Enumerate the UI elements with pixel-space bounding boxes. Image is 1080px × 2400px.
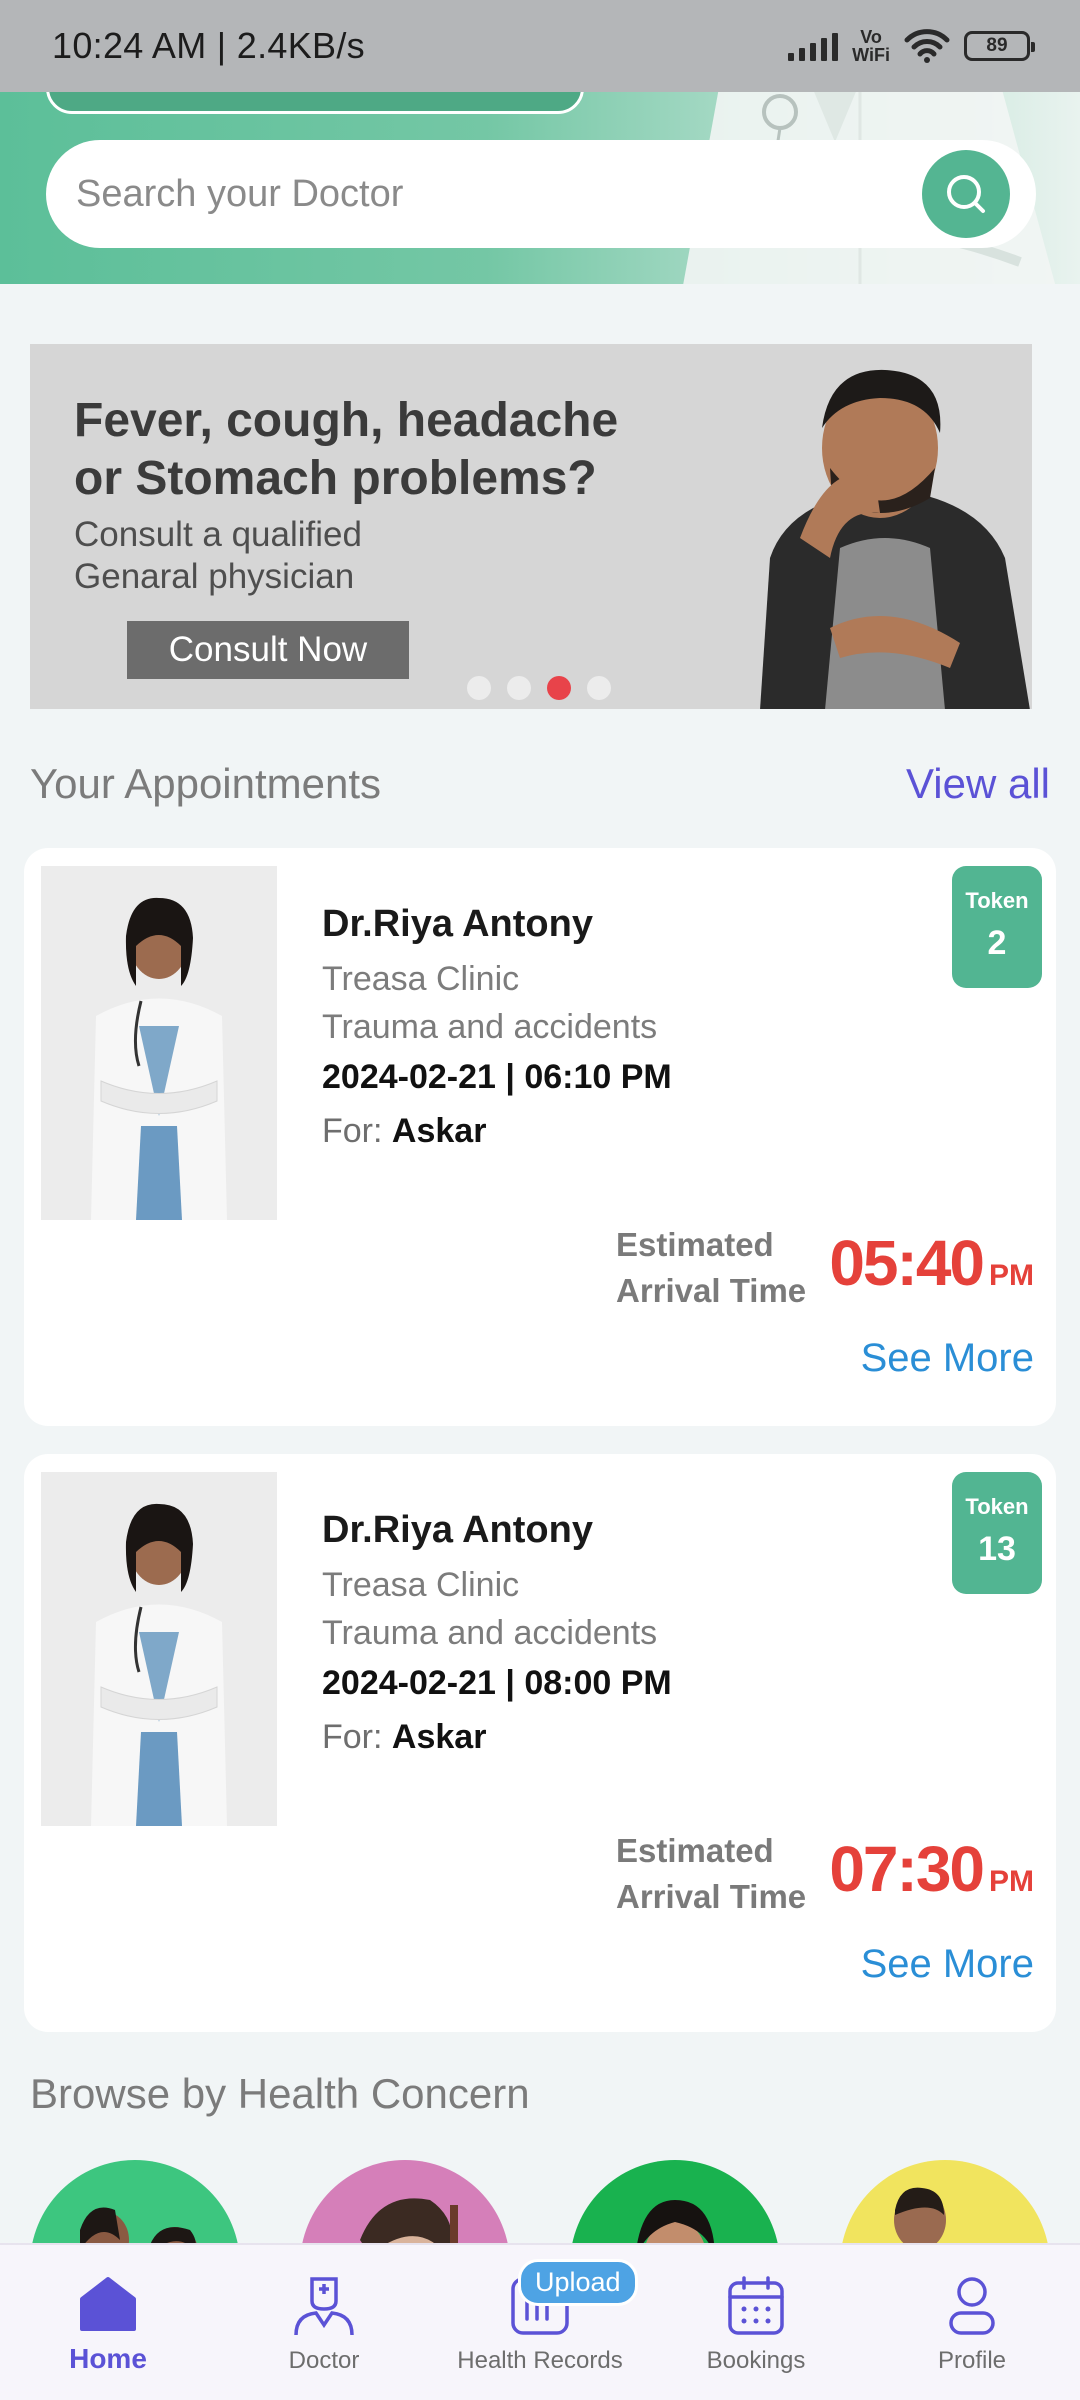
- nav-profile[interactable]: Profile: [864, 2245, 1080, 2400]
- nav-label: Profile: [937, 2347, 1007, 2374]
- doctor-name: Dr.Riya Antony: [322, 1509, 593, 1551]
- carousel-dot[interactable]: [467, 676, 491, 700]
- specialty: Trauma and accidents: [322, 1614, 658, 1652]
- nav-bookings[interactable]: Bookings: [648, 2245, 864, 2400]
- consult-now-button[interactable]: Consult Now: [127, 621, 409, 679]
- eta-ampm: PM: [989, 1259, 1034, 1292]
- appointments-title: Your Appointments: [30, 760, 382, 807]
- appointment-card[interactable]: Dr.Riya Antony Treasa Clinic Trauma and …: [24, 848, 1056, 1426]
- nav-label: Doctor: [288, 2347, 360, 2374]
- see-more-link[interactable]: See More: [861, 1336, 1034, 1381]
- eta-time-value: 05:40: [829, 1227, 985, 1299]
- view-all-link[interactable]: View all: [906, 760, 1050, 808]
- banner-title-line: or Stomach problems?: [74, 452, 597, 505]
- eta-label-line: Arrival Time: [616, 1272, 807, 1309]
- eta-label: Estimated Arrival Time: [616, 1222, 806, 1314]
- specialty: Trauma and accidents: [322, 1008, 658, 1046]
- bottom-nav: Home Doctor Upload Health Records Bookin…: [0, 2243, 1080, 2400]
- banner-subtitle: Consult a qualified Genaral physician: [74, 514, 474, 598]
- eta-label-line: Estimated: [616, 1226, 774, 1263]
- search-button[interactable]: [922, 150, 1010, 238]
- home-icon: [80, 2277, 136, 2331]
- battery-level: 89: [986, 35, 1008, 56]
- search-input[interactable]: [76, 172, 922, 216]
- token-badge: Token 2: [952, 866, 1042, 988]
- eta-time: 07:30 PM: [829, 1832, 1034, 1906]
- status-icons: Vo WiFi 89: [788, 28, 1035, 64]
- status-time: 10:24 AM | 2.4KB/s: [52, 25, 365, 66]
- calendar-icon: [728, 2276, 784, 2335]
- see-more-link[interactable]: See More: [861, 1942, 1034, 1987]
- eta-label-line: Estimated: [616, 1832, 774, 1869]
- promo-banner[interactable]: Fever, cough, headache or Stomach proble…: [30, 344, 1032, 709]
- banner-subtitle-line: Consult a qualified: [74, 515, 362, 554]
- carousel-dots: [467, 676, 611, 700]
- doctor-icon: [294, 2277, 354, 2336]
- appointment-card[interactable]: Dr.Riya Antony Treasa Clinic Trauma and …: [24, 1454, 1056, 2032]
- eta-label: Estimated Arrival Time: [616, 1828, 806, 1920]
- carousel-dot[interactable]: [587, 676, 611, 700]
- patient-for: For: Askar: [322, 1718, 486, 1757]
- token-label: Token: [965, 888, 1029, 913]
- clinic-name: Treasa Clinic: [322, 1566, 520, 1604]
- carousel-dot[interactable]: [507, 676, 531, 700]
- patient-name: Askar: [391, 1718, 487, 1756]
- nav-health-records[interactable]: Upload Health Records: [432, 2245, 648, 2400]
- signal-icon: [788, 31, 839, 61]
- status-bar: 10:24 AM | 2.4KB/s Vo WiFi 89: [0, 0, 1080, 92]
- eta-time-value: 07:30: [829, 1833, 985, 1905]
- carousel-dot-active[interactable]: [547, 676, 571, 700]
- for-label: For:: [322, 1718, 383, 1756]
- profile-icon: [949, 2277, 995, 2335]
- banner-subtitle-line: Genaral physician: [74, 557, 355, 596]
- banner-title-line: Fever, cough, headache: [74, 394, 619, 447]
- eta-ampm: PM: [989, 1865, 1034, 1898]
- nav-label: Bookings: [706, 2347, 806, 2374]
- vowifi-icon: Vo WiFi: [852, 28, 890, 64]
- eta-time: 05:40 PM: [829, 1226, 1034, 1300]
- health-concern-title: Browse by Health Concern: [30, 2070, 530, 2117]
- token-number: 13: [978, 1530, 1016, 1568]
- hero-pill: [46, 92, 584, 114]
- for-label: For:: [322, 1112, 383, 1150]
- clinic-name: Treasa Clinic: [322, 960, 520, 998]
- coughing-man-image: [760, 369, 1030, 709]
- search-icon: [947, 175, 985, 213]
- nav-label: Home: [69, 2343, 147, 2374]
- eta-label-line: Arrival Time: [616, 1878, 807, 1915]
- patient-name: Askar: [391, 1112, 487, 1150]
- vowifi-bottom-text: WiFi: [852, 45, 890, 65]
- appointment-datetime: 2024-02-21 | 06:10 PM: [322, 1058, 672, 1096]
- appointment-datetime: 2024-02-21 | 08:00 PM: [322, 1664, 672, 1702]
- token-number: 2: [987, 924, 1007, 962]
- doctor-name: Dr.Riya Antony: [322, 903, 593, 945]
- search-bar: [46, 140, 1036, 248]
- vowifi-top-text: Vo: [860, 27, 882, 47]
- banner-title: Fever, cough, headache or Stomach proble…: [74, 392, 714, 508]
- nav-home[interactable]: Home: [0, 2245, 216, 2400]
- token-badge: Token 13: [952, 1472, 1042, 1594]
- doctor-photo: [41, 866, 277, 1220]
- upload-badge[interactable]: Upload: [518, 2259, 638, 2306]
- battery-icon: 89: [964, 31, 1035, 61]
- nav-label: Health Records: [457, 2347, 623, 2374]
- nav-doctor[interactable]: Doctor: [216, 2245, 432, 2400]
- doctor-photo: [41, 1472, 277, 1826]
- token-label: Token: [965, 1494, 1029, 1519]
- wifi-icon: [904, 29, 950, 63]
- patient-for: For: Askar: [322, 1112, 486, 1151]
